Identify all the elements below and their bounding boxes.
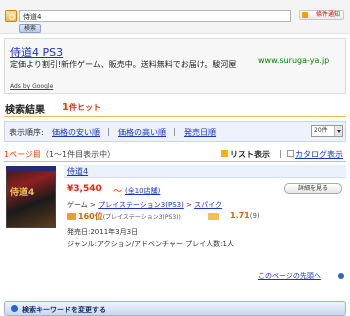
- catalog-view-link[interactable]: カタログ表示: [295, 149, 343, 160]
- hit-count-suffix: 件ヒット: [68, 103, 101, 112]
- rating-value: 1.71: [230, 211, 250, 220]
- page-number: 1ページ目: [4, 150, 41, 159]
- category-publisher-link[interactable]: スパイク: [194, 201, 222, 209]
- product-title-bar: [64, 165, 346, 178]
- product-image-logo: 侍道4: [10, 188, 35, 198]
- genre-players: ジャンル:アクション/アドベンチャー プレイ人数:1人: [67, 240, 234, 248]
- results-title: 検索結果: [5, 105, 45, 116]
- results-divider: [4, 116, 346, 117]
- search-button[interactable]: 検索: [19, 24, 41, 33]
- sort-separator: |: [107, 127, 110, 136]
- store-count-link[interactable]: (全10店舗): [125, 186, 160, 196]
- page-divider: [4, 161, 346, 162]
- change-keyword-label[interactable]: 検索キーワードを変更する: [22, 305, 106, 315]
- hit-count-number: 1: [62, 102, 69, 113]
- ad-description: 定価より割引!新作ゲーム、販売中。送料無料でお届け。駿河屋: [10, 60, 237, 69]
- release-date: 発売日:2011年3月3日: [67, 228, 139, 236]
- category-sep: >: [186, 201, 192, 209]
- sort-release-date[interactable]: 発売日順: [184, 127, 216, 138]
- sort-separator: |: [173, 127, 176, 136]
- arrow-up-icon[interactable]: [338, 273, 344, 279]
- page-range: （1～1件目表示中）: [40, 150, 116, 159]
- list-view-label: リスト表示: [230, 150, 270, 159]
- ranking-note: (プレイステーション3(PS3)): [102, 214, 181, 221]
- arrow-right-icon: [11, 305, 18, 312]
- category-path: ゲーム > プレイステーション3(PS3) > スパイク: [67, 200, 222, 210]
- sort-label: 表示順序:: [9, 128, 44, 137]
- rating-count: (9): [249, 212, 260, 220]
- catalog-view-icon: [287, 150, 294, 157]
- bell-icon: [302, 12, 308, 18]
- rating: 1.71(9): [230, 211, 260, 220]
- product-title-link[interactable]: 侍道4: [67, 166, 88, 177]
- sort-price-high[interactable]: 価格の高い順: [118, 127, 166, 138]
- ranking: 160位(プレイステーション3(PS3)): [78, 211, 181, 222]
- search-input[interactable]: 侍道4: [19, 10, 291, 22]
- price-tilde: ～: [113, 187, 123, 197]
- crown-icon: [67, 213, 76, 220]
- review-icon: [208, 213, 219, 220]
- page-top-link[interactable]: このページの先頭へ: [258, 271, 321, 281]
- search-logo-icon: [5, 10, 17, 22]
- product-price: ¥3,540: [67, 184, 102, 194]
- ranking-value: 160位: [78, 212, 103, 221]
- category-sep: >: [90, 201, 96, 209]
- list-view-icon: [221, 150, 228, 157]
- category-ps3-link[interactable]: プレイステーション3(PS3): [98, 201, 184, 209]
- ad-title-link[interactable]: 侍道4 PS3: [10, 44, 63, 60]
- category-game: ゲーム: [67, 201, 88, 209]
- ads-by-google-link[interactable]: Ads by Google: [10, 83, 53, 90]
- detail-button[interactable]: 詳細を見る: [284, 183, 342, 194]
- view-separator: |: [279, 149, 282, 158]
- ps3-band: [6, 166, 56, 171]
- page-info: 1ページ目（1～1件目表示中）: [4, 149, 115, 160]
- sort-price-low[interactable]: 価格の安い順: [52, 127, 100, 138]
- chevron-down-icon[interactable]: [334, 126, 342, 136]
- hit-count: 1件ヒット: [62, 102, 101, 113]
